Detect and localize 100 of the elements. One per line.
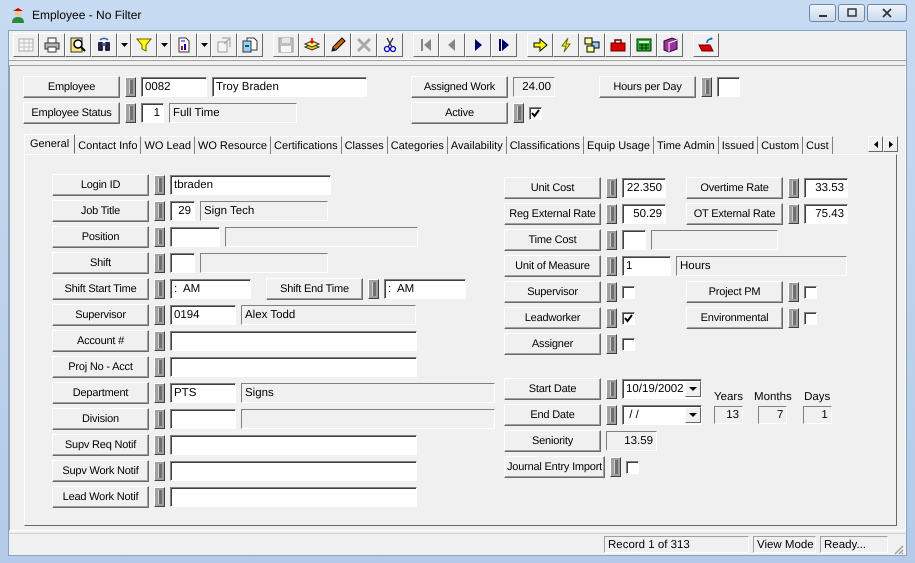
field-label-button[interactable]: Time Cost [504, 229, 601, 251]
code-field[interactable] [170, 227, 220, 247]
field-label-button[interactable]: Assigner [504, 333, 601, 355]
toolbar-button[interactable] [527, 33, 553, 57]
toolbar-button[interactable] [237, 33, 263, 57]
field-label-button[interactable]: Overtime Rate [686, 177, 783, 199]
toolbar-button[interactable] [171, 33, 197, 57]
text-field[interactable] [170, 357, 417, 377]
text-field[interactable]: 33.53 [804, 178, 848, 198]
field-label-button[interactable]: Shift Start Time [52, 278, 149, 300]
text-field[interactable]: tbraden [170, 175, 331, 195]
field-label-button[interactable]: Seniority [504, 430, 601, 452]
toolbar-button[interactable] [605, 33, 631, 57]
scroll-left-button[interactable] [868, 136, 883, 152]
field-label-button[interactable]: Supv Req Notif [52, 434, 149, 456]
text-field[interactable] [170, 331, 417, 351]
field-label-button[interactable]: Employee Status [23, 102, 120, 124]
dropdown-button[interactable] [157, 33, 171, 57]
toolbar-button[interactable] [631, 33, 657, 57]
text-field[interactable]: 22.350 [622, 178, 666, 198]
toolbar-button[interactable] [693, 33, 719, 57]
code-field[interactable] [170, 409, 236, 429]
field-label-button[interactable]: Assigned Work [411, 76, 508, 98]
text-field[interactable]: 50.29 [622, 204, 666, 224]
tab[interactable]: Cust [803, 136, 833, 154]
tab[interactable]: Certifications [271, 136, 342, 154]
dropdown-button[interactable] [685, 381, 701, 397]
toolbar-button[interactable] [131, 33, 157, 57]
tab[interactable]: Classes [342, 136, 388, 154]
field-label-button[interactable]: Leadworker [504, 307, 601, 329]
tab[interactable]: Contact Info [75, 136, 142, 154]
field-label-button[interactable]: Hours per Day [599, 76, 696, 98]
field-label-button[interactable]: Account # [52, 330, 149, 352]
field-label-button[interactable]: Position [52, 226, 149, 248]
text-field[interactable]: : AM [384, 279, 466, 299]
field-label-button[interactable]: Unit Cost [504, 177, 601, 199]
text-field[interactable] [170, 461, 417, 481]
tab[interactable]: Classifications [506, 136, 584, 154]
toolbar-button[interactable] [91, 33, 117, 57]
field-label-button[interactable]: Employee [23, 76, 120, 98]
checkbox[interactable] [804, 312, 817, 324]
code-field[interactable]: 1 [141, 103, 164, 123]
toolbar-button[interactable] [553, 33, 579, 57]
dropdown-button[interactable] [197, 33, 211, 57]
field-label-button[interactable]: Login ID [52, 174, 149, 196]
code-field[interactable]: 0194 [170, 305, 236, 325]
minimize-button[interactable] [809, 4, 836, 22]
checkbox[interactable] [622, 312, 635, 324]
field-label-button[interactable]: Department [52, 382, 149, 404]
tab[interactable]: Time Admin [654, 136, 719, 154]
field-label-button[interactable]: Supervisor [504, 281, 601, 303]
toolbar-button[interactable] [377, 33, 403, 57]
toolbar-button[interactable] [65, 33, 91, 57]
tab[interactable]: WO Resource [194, 136, 272, 154]
field-label-button[interactable]: Project PM [686, 281, 783, 303]
field-label-button[interactable]: Shift End Time [266, 278, 363, 300]
text-field[interactable] [170, 435, 417, 455]
date-field[interactable]: 10/19/2002 [622, 379, 702, 399]
checkbox[interactable] [622, 286, 635, 298]
text-field[interactable] [170, 487, 417, 507]
dropdown-button[interactable] [685, 407, 701, 423]
toolbar-button[interactable] [465, 33, 491, 57]
code-field[interactable] [170, 253, 195, 273]
date-field[interactable]: / / [622, 405, 702, 425]
tab[interactable]: Availability [448, 136, 507, 154]
field-label-button[interactable]: Reg External Rate [504, 203, 601, 225]
toolbar-button[interactable] [657, 33, 683, 57]
toolbar-button[interactable] [39, 33, 65, 57]
toolbar-button[interactable] [579, 33, 605, 57]
text-field[interactable]: : AM [170, 279, 251, 299]
toolbar-button[interactable] [491, 33, 517, 57]
field-label-button[interactable]: Environmental [686, 307, 783, 329]
field-label-button[interactable]: Proj No - Acct [52, 356, 149, 378]
toolbar-button[interactable] [299, 33, 325, 57]
checkbox[interactable] [529, 106, 542, 120]
tab[interactable]: Categories [388, 136, 448, 154]
text-field[interactable]: 75.43 [804, 204, 848, 224]
field-label-button[interactable]: Supv Work Notif [52, 460, 149, 482]
field-label-button[interactable]: OT External Rate [686, 203, 783, 225]
text-field[interactable] [717, 77, 740, 97]
checkbox[interactable] [626, 460, 640, 474]
field-label-button[interactable]: Shift [52, 252, 149, 274]
code-field[interactable]: 0082 [141, 77, 207, 97]
code-field[interactable] [622, 230, 646, 250]
maximize-button[interactable] [838, 4, 865, 22]
checkbox[interactable] [622, 338, 635, 350]
field-label-button[interactable]: Lead Work Notif [52, 486, 149, 508]
field-label-button[interactable]: Active [411, 102, 508, 124]
dropdown-button[interactable] [117, 33, 131, 57]
code-field[interactable]: 1 [622, 256, 671, 276]
code-field[interactable]: 29 [170, 201, 195, 221]
close-button[interactable] [867, 4, 907, 22]
field-label-button[interactable]: Job Title [52, 200, 149, 222]
field-label-button[interactable]: Supervisor [52, 304, 149, 326]
field-label-button[interactable]: Start Date [504, 378, 601, 400]
tab[interactable]: General [24, 134, 76, 154]
tab[interactable]: WO Lead [141, 136, 195, 154]
checkbox[interactable] [804, 286, 817, 298]
field-label-button[interactable]: Unit of Measure [504, 255, 601, 277]
tab[interactable]: Issued [718, 136, 758, 154]
